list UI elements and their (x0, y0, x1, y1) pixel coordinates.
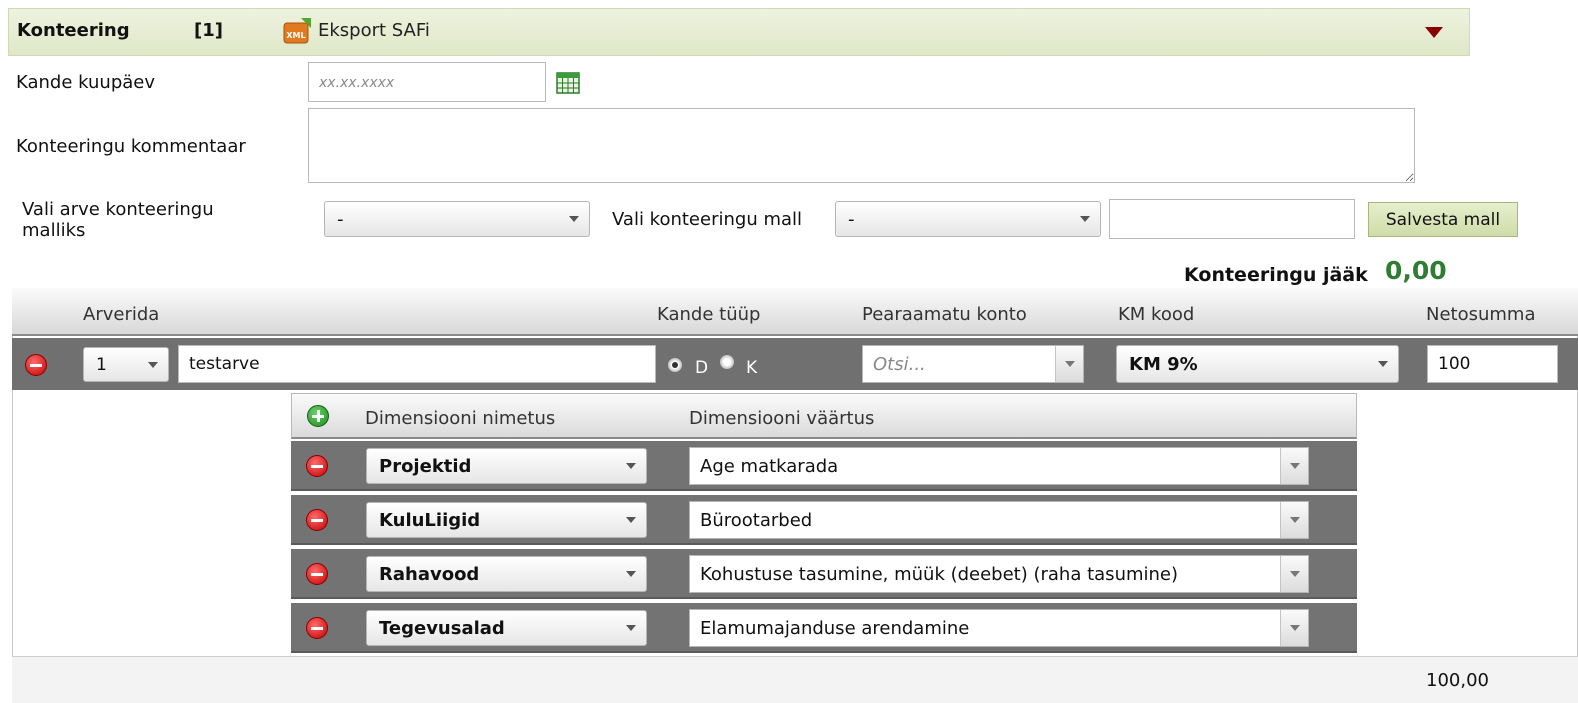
col-header-rows: Arverida (83, 304, 160, 325)
remove-row-icon[interactable] (25, 354, 47, 376)
chevron-down-icon (1080, 216, 1090, 222)
dropdown-arrow-icon[interactable] (1280, 502, 1308, 538)
comment-label: Konteeringu kommentaar (16, 136, 246, 157)
remove-dimension-icon[interactable] (306, 617, 328, 639)
xml-icon-text: XML (286, 31, 305, 40)
template-value: - (848, 208, 855, 230)
dimension-value-combo[interactable]: Bürootarbed (689, 501, 1309, 539)
dimension-value-combo[interactable]: Kohustuse tasumine, müük (deebet) (raha … (689, 555, 1309, 593)
export-safi-link[interactable]: Eksport SAFi (318, 20, 430, 41)
row-number-value: 1 (96, 354, 107, 375)
dropdown-arrow-icon[interactable] (1280, 556, 1308, 592)
col-header-entry-type: Kande tüüp (657, 304, 761, 325)
chevron-down-icon (626, 517, 636, 523)
add-dimension-icon[interactable] (307, 405, 329, 427)
dimension-value-combo[interactable]: Age matkarada (689, 447, 1309, 485)
dimension-name-select[interactable]: Tegevusalad (366, 610, 647, 646)
dropdown-arrow-icon[interactable] (1055, 346, 1083, 382)
table-header (12, 288, 1578, 336)
xml-icon[interactable]: XML (283, 16, 313, 46)
remove-dimension-icon[interactable] (306, 563, 328, 585)
balance-label: Konteeringu jääk (1184, 264, 1368, 286)
template-select[interactable]: - (835, 201, 1101, 237)
dimension-name-select[interactable]: KuluLiigid (366, 502, 647, 538)
dimension-value-text: Elamumajanduse arendamine (700, 617, 970, 639)
col-header-vat-code: KM kood (1118, 304, 1195, 325)
ledger-account-combo[interactable]: Otsi... (862, 345, 1084, 383)
date-input[interactable] (308, 62, 546, 102)
date-label: Kande kuupäev (16, 72, 156, 93)
dimension-value-text: Kohustuse tasumine, müük (deebet) (raha … (700, 563, 1179, 585)
section-title: Konteering (17, 20, 130, 41)
chevron-down-icon (626, 625, 636, 631)
remove-dimension-icon[interactable] (306, 455, 328, 477)
save-template-button[interactable]: Salvesta mall (1368, 202, 1518, 237)
remove-dimension-icon[interactable] (306, 509, 328, 531)
debit-label: D (695, 358, 709, 378)
dimension-value-header: Dimensiooni väärtus (689, 408, 875, 429)
net-sum-input[interactable] (1427, 345, 1558, 383)
comment-textarea[interactable] (308, 108, 1415, 183)
chevron-down-icon (626, 571, 636, 577)
invoice-template-select[interactable]: - (324, 201, 590, 237)
entry-count: [1] (194, 20, 223, 41)
credit-radio[interactable] (720, 355, 734, 369)
dimension-name-value: Tegevusalad (379, 617, 505, 639)
chevron-down-icon (569, 216, 579, 222)
dropdown-arrow-icon[interactable] (1280, 610, 1308, 646)
chevron-down-icon (626, 463, 636, 469)
balance-value: 0,00 (1385, 256, 1447, 285)
col-header-net-sum: Netosumma (1426, 304, 1536, 325)
dimension-name-select[interactable]: Rahavood (366, 556, 647, 592)
vat-code-select[interactable]: KM 9% (1116, 345, 1399, 383)
collapse-toggle-icon[interactable] (1425, 27, 1443, 38)
table-footer (12, 656, 1578, 703)
chevron-down-icon (1378, 361, 1388, 367)
invoice-template-value: - (337, 208, 344, 230)
ledger-account-placeholder: Otsi... (873, 353, 926, 375)
dimension-value-combo[interactable]: Elamumajanduse arendamine (689, 609, 1309, 647)
vat-code-value: KM 9% (1129, 353, 1198, 375)
dimension-value-text: Bürootarbed (700, 509, 813, 531)
dimension-name-header: Dimensiooni nimetus (365, 408, 556, 429)
row-number-select[interactable]: 1 (83, 347, 169, 382)
dimension-name-value: Rahavood (379, 563, 480, 585)
dimension-name-select[interactable]: Projektid (366, 448, 647, 484)
konteering-header (8, 8, 1470, 56)
template-name-input[interactable] (1109, 199, 1355, 239)
dimension-name-value: Projektid (379, 455, 472, 477)
dropdown-arrow-icon[interactable] (1280, 448, 1308, 484)
calendar-icon[interactable] (556, 72, 580, 94)
debit-radio[interactable] (668, 358, 682, 372)
invoice-template-label: Vali arve konteeringu malliks (22, 199, 214, 241)
template-label: Vali konteeringu mall (612, 209, 803, 230)
row-description-input[interactable] (178, 345, 656, 383)
chevron-down-icon (148, 361, 158, 368)
dimension-name-value: KuluLiigid (379, 509, 481, 531)
net-sum-total: 100,00 (1426, 670, 1489, 691)
col-header-ledger-account: Pearaamatu konto (862, 304, 1027, 325)
dimension-value-text: Age matkarada (700, 455, 839, 477)
credit-label: K (746, 358, 758, 378)
